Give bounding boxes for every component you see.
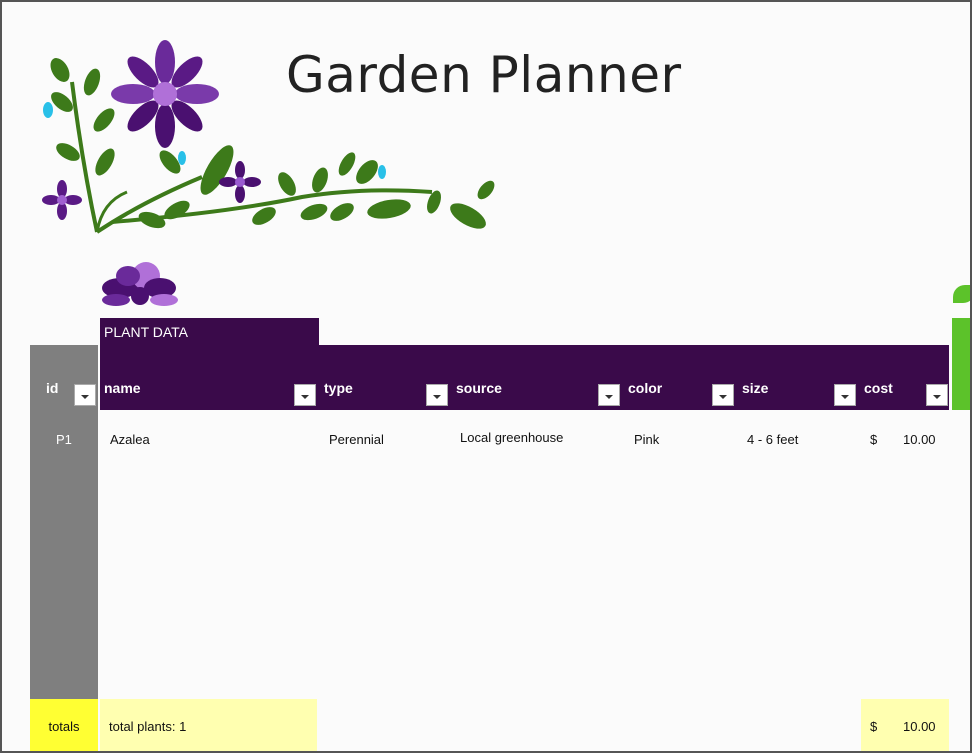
totals-cost-symbol: $ — [870, 719, 878, 734]
cell-size[interactable]: 4 - 6 feet — [747, 432, 798, 447]
cell-type[interactable]: Perennial — [329, 432, 384, 447]
cell-name[interactable]: Azalea — [110, 432, 150, 447]
column-header-type[interactable]: type — [324, 380, 353, 396]
filter-dropdown-icon[interactable] — [74, 384, 96, 406]
column-header-size[interactable]: size — [742, 380, 768, 396]
totals-cost[interactable]: $ 10.00 — [861, 699, 949, 751]
leaf-decoration — [953, 285, 970, 303]
column-header-name[interactable]: name — [104, 380, 141, 396]
cell-id[interactable]: P1 — [56, 432, 72, 447]
page-title: Garden Planner — [286, 46, 682, 104]
section-tab-plant-data: PLANT DATA — [100, 318, 319, 346]
filter-dropdown-icon[interactable] — [426, 384, 448, 406]
totals-cost-value: 10.00 — [903, 719, 936, 734]
filter-dropdown-icon[interactable] — [294, 384, 316, 406]
column-header-id[interactable]: id — [46, 380, 58, 396]
filter-dropdown-icon[interactable] — [834, 384, 856, 406]
filter-dropdown-icon[interactable] — [926, 384, 948, 406]
table-header-band — [100, 345, 949, 410]
flower-cluster-icon — [102, 262, 178, 306]
cell-source[interactable]: Local greenhouse — [460, 430, 563, 445]
cell-cost-value[interactable]: 10.00 — [903, 432, 936, 447]
cell-color[interactable]: Pink — [634, 432, 659, 447]
filter-dropdown-icon[interactable] — [712, 384, 734, 406]
totals-plants[interactable]: total plants: 1 — [100, 699, 317, 751]
column-header-cost[interactable]: cost — [864, 380, 893, 396]
totals-label: totals — [30, 699, 98, 751]
column-header-source[interactable]: source — [456, 380, 502, 396]
filter-dropdown-icon[interactable] — [598, 384, 620, 406]
column-header-color[interactable]: color — [628, 380, 662, 396]
accent-bar — [952, 318, 970, 410]
cell-cost-symbol[interactable]: $ — [870, 432, 877, 447]
spreadsheet-sheet: Garden Planner PLANT DATA id name type s… — [0, 0, 972, 753]
